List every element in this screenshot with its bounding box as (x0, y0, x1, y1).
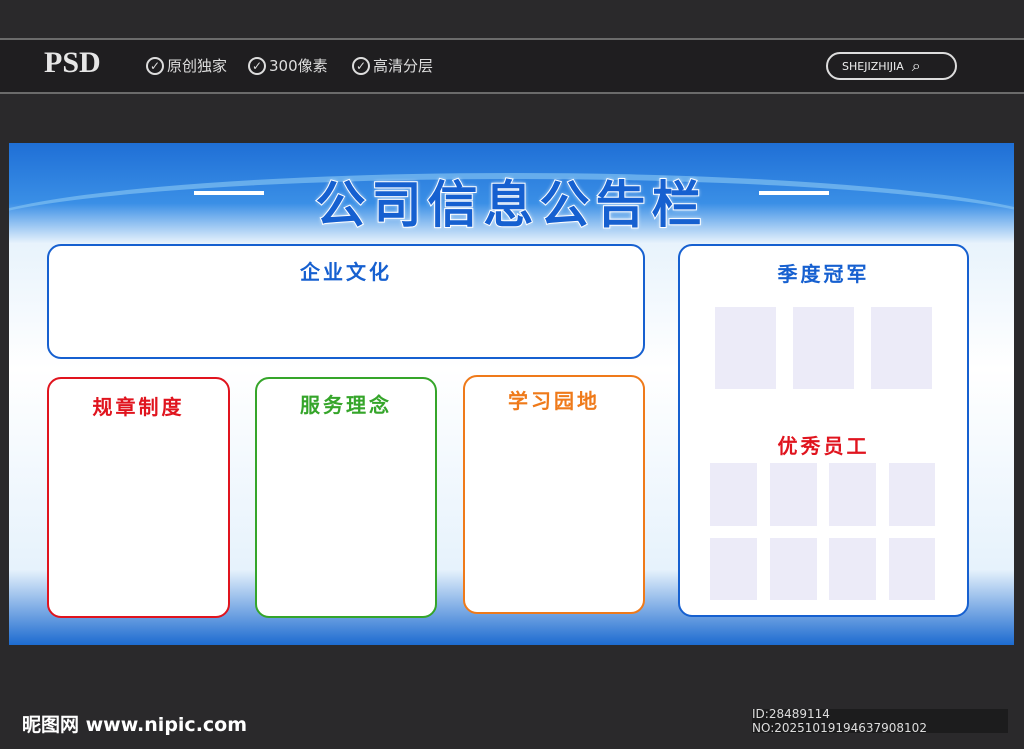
search-icon: ⌕ (911, 56, 921, 75)
board-title: 公司信息公告栏 (315, 175, 708, 235)
site-watermark: 昵图网 www.nipic.com (22, 714, 248, 736)
feature-layers: ✓ 高清分层 (352, 55, 433, 76)
section-service: 服务理念 (255, 377, 437, 618)
photo-placeholder (715, 307, 776, 389)
feature-original: ✓ 原创独家 (146, 55, 227, 76)
search-button[interactable]: SHEJIZHIJIA ⌕ (826, 52, 957, 80)
photo-placeholder (889, 538, 935, 600)
section-culture: 企业文化 (47, 244, 645, 359)
section-title: 服务理念 (300, 393, 392, 417)
photo-placeholder (770, 538, 817, 600)
feature-label: 原创独家 (167, 57, 228, 75)
section-title: 企业文化 (300, 260, 392, 284)
section-honors: 季度冠军 优秀员工 (678, 244, 969, 617)
feature-300ppi: ✓ 300像素 (248, 55, 328, 76)
photo-placeholder (889, 463, 935, 526)
feature-label: 高清分层 (373, 57, 434, 75)
section-title: 规章制度 (92, 395, 185, 419)
section-title-champion: 季度冠军 (777, 262, 870, 286)
bulletin-board: 公司信息公告栏 企业文化 规章制度 服务理念 学习园地 季度冠军 优秀员工 (9, 143, 1014, 645)
check-icon: ✓ (248, 56, 266, 75)
section-learning: 学习园地 (463, 375, 645, 614)
feature-label: 300像素 (269, 57, 328, 75)
psd-logo: PSD (44, 46, 101, 79)
section-title: 学习园地 (508, 389, 600, 413)
photo-placeholder (710, 463, 757, 526)
image-id: ID:28489114 NO:20251019194637908102 (752, 707, 1008, 735)
search-label: SHEJIZHIJIA (842, 59, 904, 73)
check-icon: ✓ (352, 56, 370, 75)
photo-placeholder (793, 307, 854, 389)
photo-placeholder (770, 463, 817, 526)
photo-placeholder (829, 463, 876, 526)
section-title-excellent: 优秀员工 (777, 434, 870, 458)
photo-placeholder (829, 538, 876, 600)
check-icon: ✓ (146, 56, 164, 75)
photo-placeholder (710, 538, 757, 600)
section-rules: 规章制度 (47, 377, 230, 618)
photo-placeholder (871, 307, 932, 389)
